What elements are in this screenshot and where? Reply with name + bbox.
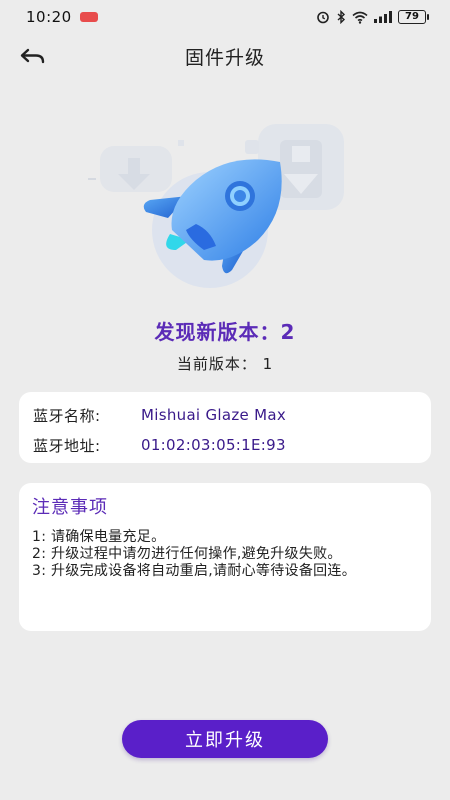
upgrade-now-button[interactable]: 立即升级 bbox=[122, 720, 328, 758]
bluetooth-name-row: 蓝牙名称: Mishuai Glaze Max bbox=[33, 402, 417, 428]
firmware-upgrade-screen: 10:20 79 固件升级 发现新版本：2 当前版本： 1 蓝牙名称: Mish… bbox=[0, 0, 450, 800]
hero-illustration bbox=[0, 100, 450, 300]
signal-icon bbox=[374, 11, 392, 23]
notice-card: 注意事项 1: 请确保电量充足。 2: 升级过程中请勿进行任何操作,避免升级失败… bbox=[19, 483, 431, 631]
bluetooth-address-row: 蓝牙地址: 01:02:03:05:1E:93 bbox=[33, 432, 417, 458]
status-right: 79 bbox=[316, 10, 429, 24]
notice-title: 注意事项 bbox=[32, 497, 108, 518]
notice-item: 3: 升级完成设备将自动重启,请耐心等待设备回连。 bbox=[32, 563, 357, 579]
bluetooth-icon bbox=[337, 10, 346, 24]
bluetooth-address-value: 01:02:03:05:1E:93 bbox=[141, 436, 286, 454]
bluetooth-name-value: Mishuai Glaze Max bbox=[141, 406, 287, 424]
app-header: 固件升级 bbox=[0, 34, 450, 78]
bluetooth-info-card: 蓝牙名称: Mishuai Glaze Max 蓝牙地址: 01:02:03:0… bbox=[19, 392, 431, 463]
back-button[interactable] bbox=[16, 42, 50, 72]
wifi-icon bbox=[352, 11, 368, 24]
status-time: 10:20 bbox=[26, 8, 72, 26]
notice-item: 2: 升级过程中请勿进行任何操作,避免升级失败。 bbox=[32, 546, 342, 562]
notice-item: 1: 请确保电量充足。 bbox=[32, 529, 166, 545]
status-left: 10:20 bbox=[26, 8, 98, 26]
current-version-label: 当前版本： 1 bbox=[176, 355, 274, 373]
alarm-icon bbox=[317, 11, 329, 24]
back-arrow-icon bbox=[20, 48, 45, 64]
bluetooth-address-label: 蓝牙地址: bbox=[33, 436, 101, 455]
notification-pill-icon bbox=[79, 12, 98, 22]
bluetooth-name-label: 蓝牙名称: bbox=[33, 406, 101, 425]
new-version-label: 发现新版本：2 bbox=[154, 320, 296, 344]
rocket-icon bbox=[88, 124, 344, 288]
page-title: 固件升级 bbox=[184, 46, 265, 69]
status-bar: 10:20 79 bbox=[0, 0, 450, 34]
battery-icon: 79 bbox=[398, 10, 429, 24]
